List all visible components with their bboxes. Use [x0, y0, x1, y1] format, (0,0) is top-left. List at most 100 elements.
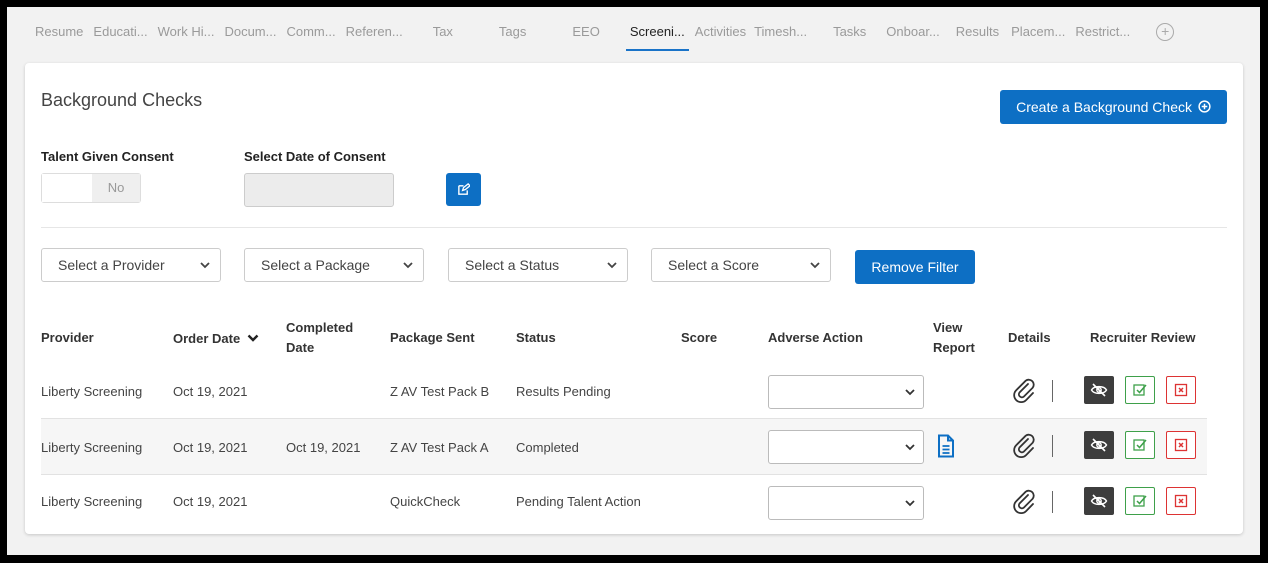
paperclip-icon[interactable] [1011, 433, 1037, 459]
cell-provider: Liberty Screening [41, 494, 143, 509]
approve-review-button[interactable] [1125, 376, 1155, 404]
table-row: Liberty Screening Oct 19, 2021 Oct 19, 2… [41, 418, 1207, 475]
provider-filter-text: Select a Provider [58, 257, 165, 273]
eye-slash-icon [1090, 494, 1108, 508]
header-completed-date: Completed Date [286, 318, 353, 358]
hide-review-button[interactable] [1084, 487, 1114, 515]
tab-work-history[interactable]: Work Hi... [154, 24, 219, 54]
tab-bar: Resume Educati... Work Hi... Docum... Co… [7, 7, 1260, 57]
tab-results[interactable]: Results [952, 24, 1003, 54]
background-checks-card: Background Checks Create a Background Ch… [25, 63, 1243, 534]
cell-provider: Liberty Screening [41, 383, 143, 399]
header-order-date[interactable]: Order Date [173, 329, 259, 349]
edit-icon [458, 183, 470, 195]
consent-date-label: Select Date of Consent [244, 149, 386, 164]
cell-package: Z AV Test Pack B [390, 383, 490, 399]
paperclip-icon[interactable] [1011, 378, 1037, 404]
tab-communications[interactable]: Comm... [282, 24, 339, 54]
header-adverse-action: Adverse Action [768, 330, 863, 345]
details-divider [1052, 435, 1053, 457]
document-report-icon[interactable] [936, 434, 956, 458]
cell-order-date: Oct 19, 2021 [173, 439, 248, 455]
section-divider [41, 227, 1227, 228]
cell-status: Completed [516, 439, 579, 455]
tab-screening[interactable]: Screeni... [625, 24, 689, 54]
chevron-down-icon [905, 500, 915, 507]
tab-tasks[interactable]: Tasks [829, 24, 870, 54]
check-square-icon [1133, 495, 1147, 507]
cell-completed-date: Oct 19, 2021 [286, 439, 361, 455]
toggle-state-text: No [92, 174, 140, 202]
reject-review-button[interactable] [1166, 376, 1196, 404]
create-button-label: Create a Background Check [1016, 99, 1192, 115]
cell-package: Z AV Test Pack A [390, 439, 489, 455]
details-divider [1052, 380, 1053, 402]
tab-tax[interactable]: Tax [429, 24, 457, 54]
tab-resume[interactable]: Resume [31, 24, 87, 54]
page-title: Background Checks [41, 90, 203, 110]
score-filter-text: Select a Score [668, 257, 760, 273]
consent-date-input[interactable] [244, 173, 394, 207]
hide-review-button[interactable] [1084, 376, 1114, 404]
create-background-check-button[interactable]: Create a Background Check [1000, 90, 1227, 124]
header-view-line1: View [933, 320, 963, 335]
toggle-knob [42, 174, 92, 202]
reject-review-button[interactable] [1166, 431, 1196, 459]
cell-provider: Liberty Screening [41, 439, 143, 455]
tab-documents[interactable]: Docum... [220, 24, 280, 54]
paperclip-icon[interactable] [1011, 489, 1037, 515]
table-row: Liberty Screening Oct 19, 2021 QuickChec… [41, 474, 1207, 528]
check-square-icon [1133, 439, 1147, 451]
eye-slash-icon [1090, 383, 1108, 397]
hide-review-button[interactable] [1084, 431, 1114, 459]
reject-review-button[interactable] [1166, 487, 1196, 515]
adverse-action-select[interactable] [768, 486, 924, 520]
approve-review-button[interactable] [1125, 431, 1155, 459]
header-view-report: View Report [933, 318, 975, 358]
header-view-line2: Report [933, 340, 975, 355]
tab-activities[interactable]: Activities [691, 24, 750, 54]
add-tab-icon[interactable]: + [1156, 23, 1175, 41]
tab-tags[interactable]: Tags [495, 24, 530, 54]
eye-slash-icon [1090, 438, 1108, 452]
app-frame: Resume Educati... Work Hi... Docum... Co… [7, 7, 1260, 555]
tab-onboarding[interactable]: Onboar... [882, 24, 943, 54]
adverse-action-select[interactable] [768, 375, 924, 409]
score-filter-select[interactable]: Select a Score [651, 248, 831, 282]
header-details: Details [1008, 330, 1051, 345]
chevron-down-icon [905, 389, 915, 396]
adverse-action-select[interactable] [768, 430, 924, 464]
header-status: Status [516, 330, 556, 345]
cell-order-date: Oct 19, 2021 [173, 494, 248, 509]
cell-status: Pending Talent Action [516, 494, 641, 509]
cell-order-date: Oct 19, 2021 [173, 383, 248, 399]
cell-status: Results Pending [516, 383, 611, 399]
details-divider [1052, 491, 1053, 513]
plus-circle-icon [1198, 100, 1211, 113]
chevron-down-icon [810, 262, 820, 269]
header-order-date-label: Order Date [173, 331, 241, 346]
x-square-icon [1174, 438, 1188, 452]
remove-filter-button[interactable]: Remove Filter [855, 250, 975, 284]
tab-references[interactable]: Referen... [342, 24, 407, 54]
sort-desc-icon [247, 334, 259, 342]
tab-eeo[interactable]: EEO [568, 24, 603, 54]
header-score: Score [681, 330, 718, 345]
tab-education[interactable]: Educati... [89, 24, 151, 54]
chevron-down-icon [905, 444, 915, 451]
package-filter-select[interactable]: Select a Package [244, 248, 424, 282]
cell-package: QuickCheck [390, 494, 461, 509]
package-filter-text: Select a Package [261, 257, 370, 273]
consent-label: Talent Given Consent [41, 149, 174, 164]
edit-consent-button[interactable] [446, 173, 481, 206]
tab-restrictions[interactable]: Restrict... [1071, 24, 1134, 54]
provider-filter-select[interactable]: Select a Provider [41, 248, 221, 282]
approve-review-button[interactable] [1125, 487, 1155, 515]
consent-toggle[interactable]: No [41, 173, 141, 203]
tab-placements[interactable]: Placem... [1007, 24, 1069, 54]
status-filter-select[interactable]: Select a Status [448, 248, 628, 282]
tab-timesheets[interactable]: Timesh... [750, 24, 811, 54]
header-completed-line1: Completed [286, 320, 354, 335]
header-recruiter-review: Recruiter Review [1090, 330, 1196, 345]
chevron-down-icon [200, 262, 210, 269]
